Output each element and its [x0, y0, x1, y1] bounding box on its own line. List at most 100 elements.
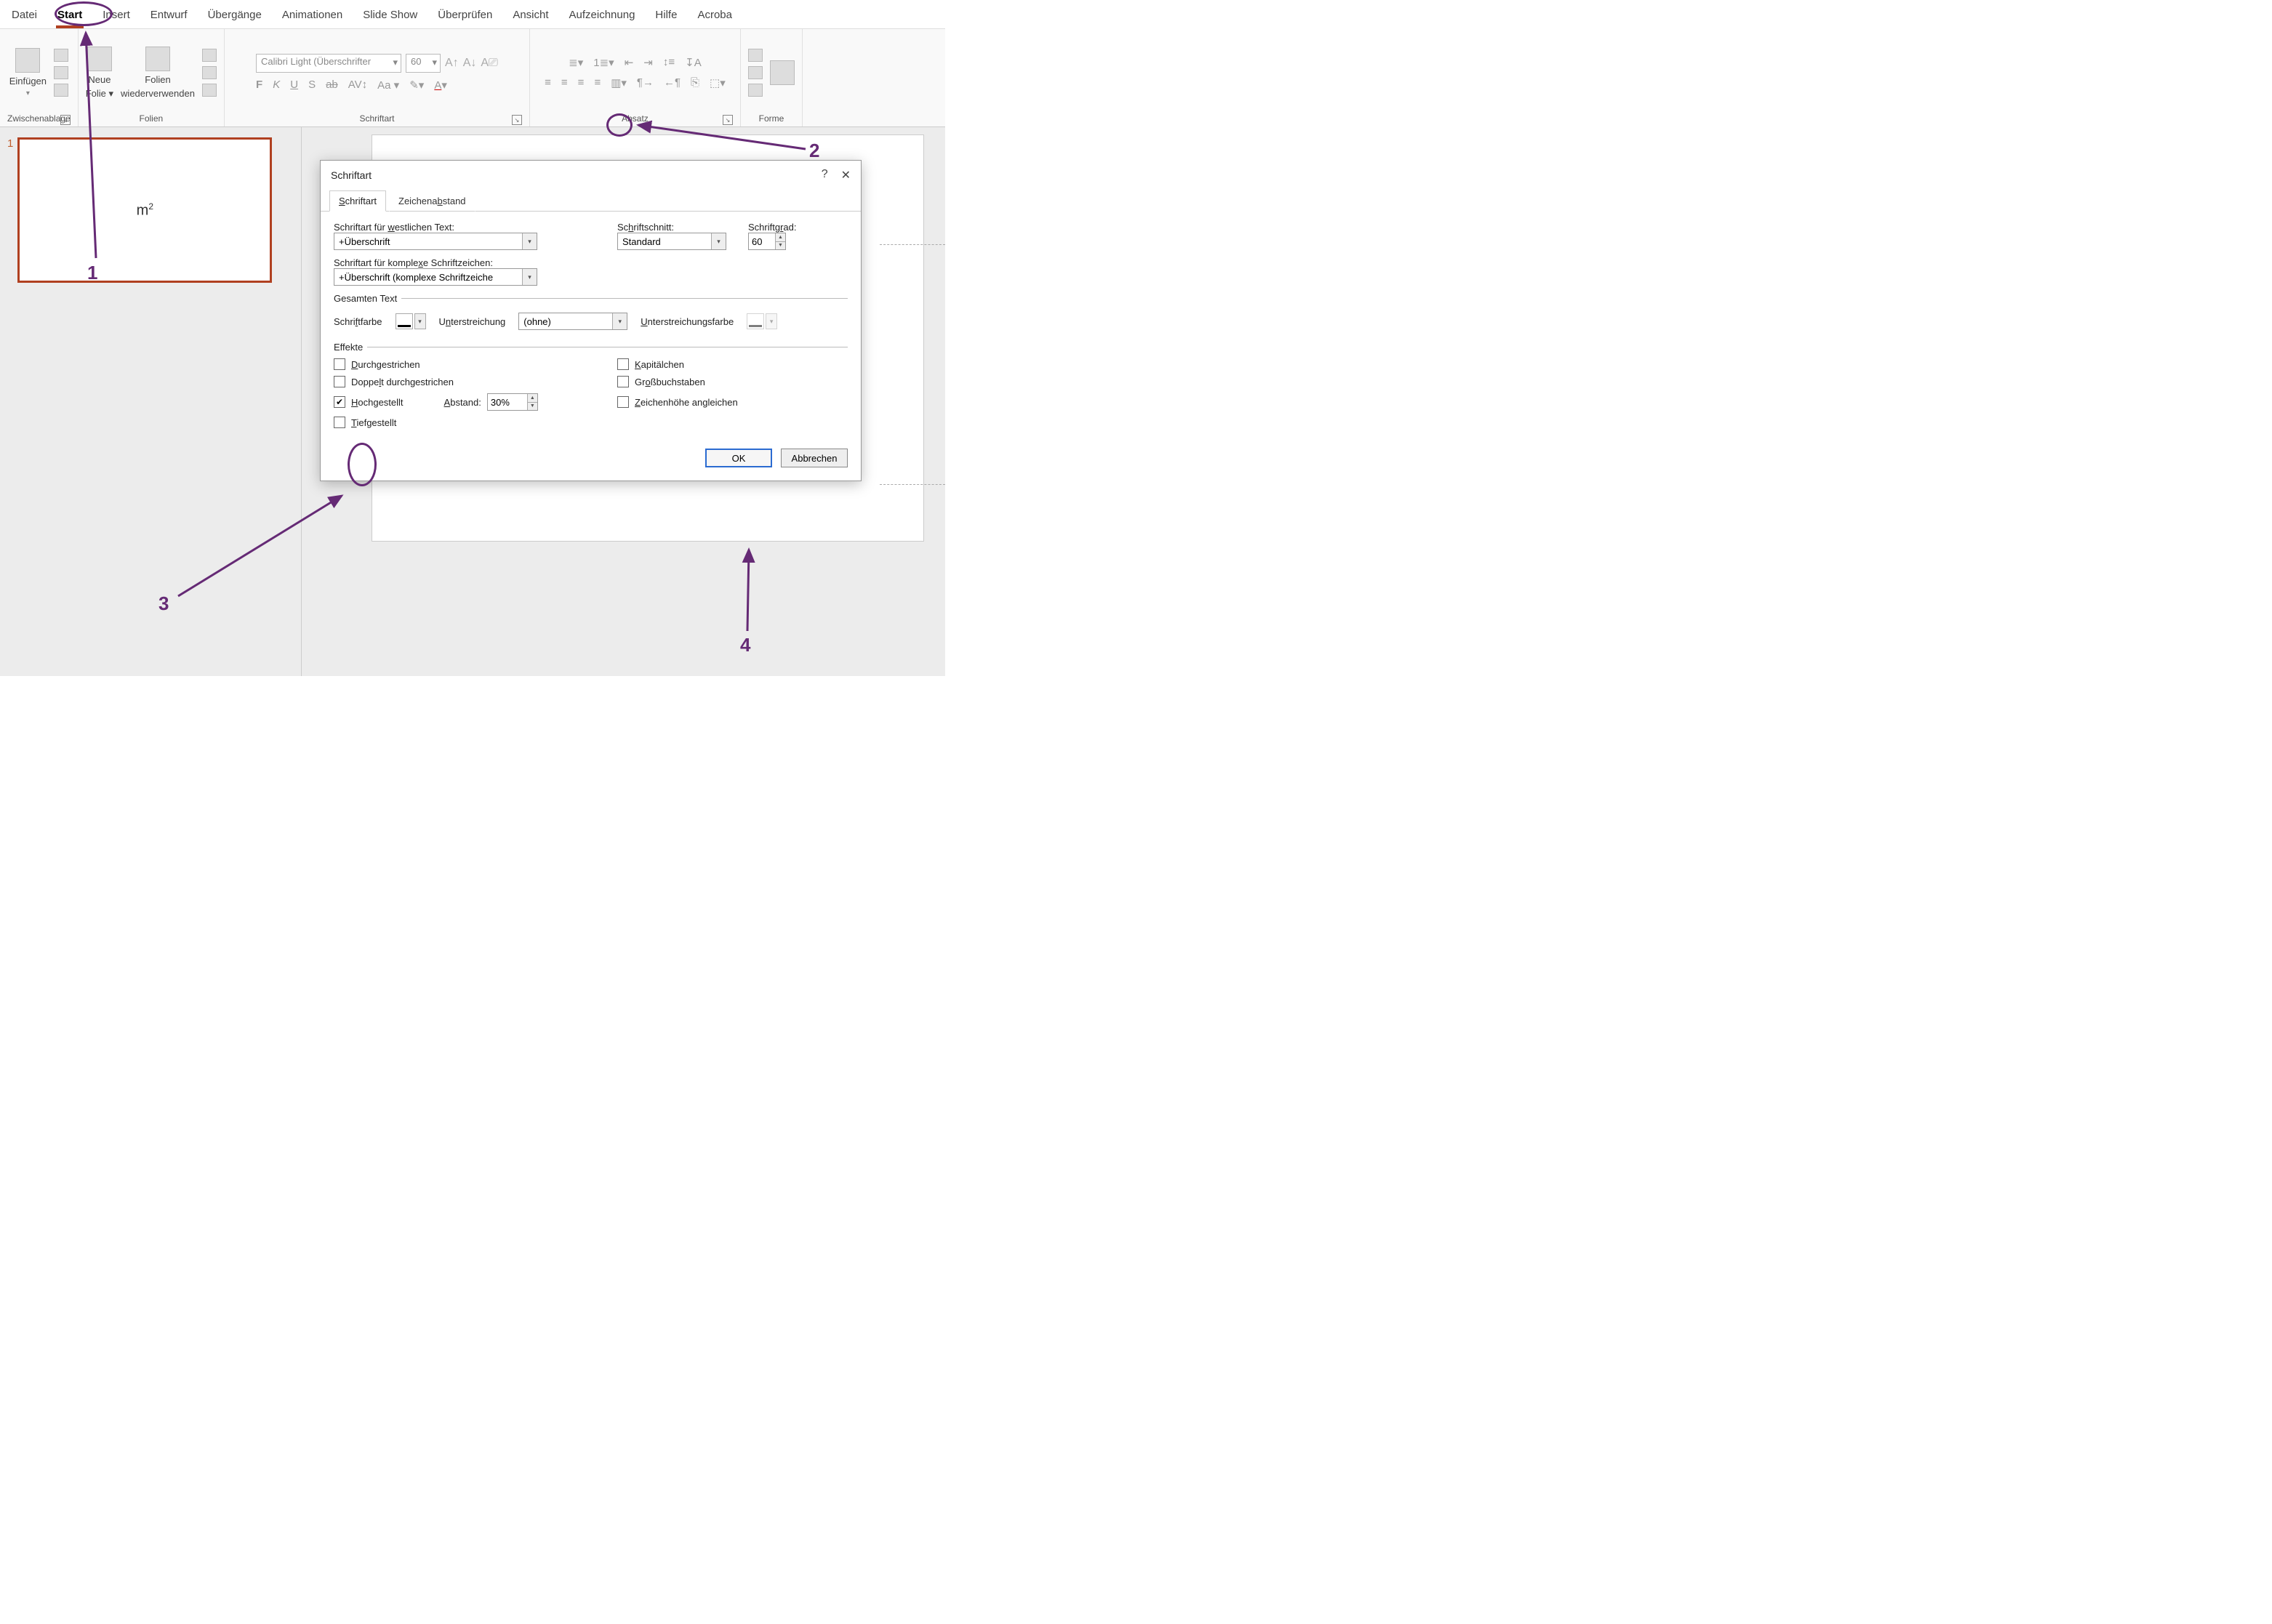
- font-size-spinner[interactable]: ▲▼: [748, 233, 786, 250]
- align-text-button[interactable]: ⎘: [691, 76, 699, 89]
- group-slides-label: Folien: [86, 112, 217, 125]
- format-painter-icon[interactable]: [54, 84, 68, 97]
- font-color-button[interactable]: A▾: [434, 79, 447, 92]
- tab-slideshow[interactable]: Slide Show: [361, 6, 419, 28]
- bold-button[interactable]: F: [256, 79, 262, 92]
- dialog-tab-font[interactable]: Schriftart: [329, 190, 386, 212]
- font-dialog: Schriftart ? ✕ Schriftart Zeichenabstand…: [320, 160, 862, 481]
- cancel-button[interactable]: Abbrechen: [781, 449, 848, 467]
- western-font-combo[interactable]: ▾: [334, 233, 537, 250]
- annotation-number-3: 3: [158, 592, 169, 615]
- superscript-checkbox[interactable]: ✔: [334, 396, 345, 408]
- font-color-dropdown-icon[interactable]: ▾: [414, 313, 426, 329]
- reuse-slides-button[interactable]: Folien wiederverwenden: [121, 47, 195, 99]
- complex-font-input[interactable]: [337, 271, 534, 284]
- western-font-label: Schriftart für westlichen Text:: [334, 222, 595, 233]
- chevron-down-icon[interactable]: ▾: [522, 233, 537, 249]
- tab-aufzeichnung[interactable]: Aufzeichnung: [568, 6, 637, 28]
- font-style-label: Schriftschnitt:: [617, 222, 726, 233]
- font-name-combo[interactable]: Calibri Light (Überschrifter: [256, 54, 401, 73]
- tab-entwurf[interactable]: Entwurf: [149, 6, 189, 28]
- double-strike-checkbox[interactable]: [334, 376, 345, 387]
- equalize-checkbox[interactable]: [617, 396, 629, 408]
- ok-button[interactable]: OK: [705, 449, 772, 467]
- section-icon[interactable]: [202, 84, 217, 97]
- complex-font-combo[interactable]: ▾: [334, 268, 537, 286]
- line-spacing-button[interactable]: ↕≡: [663, 56, 675, 69]
- clear-format-icon[interactable]: A⎚: [481, 57, 497, 70]
- thumbnail-number: 1: [7, 137, 13, 283]
- tab-datei[interactable]: Datei: [10, 6, 39, 28]
- justify-button[interactable]: ≡: [594, 76, 601, 89]
- strike-button[interactable]: ab: [326, 79, 338, 92]
- font-style-input[interactable]: [621, 236, 723, 248]
- allcaps-checkbox[interactable]: [617, 376, 629, 387]
- shapes-gallery[interactable]: [770, 60, 795, 85]
- case-button[interactable]: Aa ▾: [377, 79, 399, 92]
- dialog-close-button[interactable]: ✕: [841, 168, 851, 182]
- arrange-icon[interactable]: [748, 66, 763, 79]
- subscript-checkbox[interactable]: [334, 417, 345, 428]
- new-slide-button[interactable]: Neue Folie ▾: [86, 47, 113, 100]
- smartart-button[interactable]: ⬚▾: [710, 76, 726, 89]
- tab-uebergaenge[interactable]: Übergänge: [206, 6, 263, 28]
- clipboard-launcher-icon[interactable]: ↘: [60, 115, 71, 125]
- spinner-down-icon[interactable]: ▼: [527, 403, 537, 411]
- tab-ansicht[interactable]: Ansicht: [511, 6, 550, 28]
- layout-icon[interactable]: [202, 49, 217, 62]
- font-size-combo[interactable]: 60: [406, 54, 441, 73]
- smallcaps-checkbox[interactable]: [617, 358, 629, 370]
- chevron-down-icon[interactable]: ▾: [711, 233, 726, 249]
- bullets-button[interactable]: ≣▾: [569, 56, 583, 69]
- indent-dec-button[interactable]: ⇤: [625, 56, 634, 69]
- spinner-up-icon[interactable]: ▲: [527, 394, 537, 403]
- cut-icon[interactable]: [54, 49, 68, 62]
- ltr-button[interactable]: ¶→: [637, 76, 654, 89]
- copy-icon[interactable]: [54, 66, 68, 79]
- reset-icon[interactable]: [202, 66, 217, 79]
- chevron-down-icon[interactable]: ▾: [522, 269, 537, 285]
- offset-spinner[interactable]: ▲▼: [487, 393, 538, 411]
- numbering-button[interactable]: 1≣▾: [593, 56, 614, 69]
- spinner-down-icon[interactable]: ▼: [775, 242, 785, 250]
- paste-button[interactable]: Einfügen ▾: [9, 48, 47, 97]
- shadow-button[interactable]: S: [308, 79, 316, 92]
- increase-font-icon[interactable]: A↑: [445, 57, 459, 70]
- underline-style-input[interactable]: [522, 315, 624, 328]
- indent-inc-button[interactable]: ⇥: [643, 56, 653, 69]
- strike-checkbox[interactable]: [334, 358, 345, 370]
- paragraph-launcher-icon[interactable]: ↘: [723, 115, 733, 125]
- align-right-button[interactable]: ≡: [578, 76, 585, 89]
- chevron-down-icon[interactable]: ▾: [612, 313, 627, 329]
- rtl-button[interactable]: ←¶: [664, 76, 681, 89]
- highlight-button[interactable]: ✎▾: [409, 79, 424, 92]
- complex-font-label: Schriftart für komplexe Schriftzeichen:: [334, 257, 595, 268]
- columns-button[interactable]: ▥▾: [611, 76, 627, 89]
- shapes-icon[interactable]: [748, 49, 763, 62]
- decrease-font-icon[interactable]: A↓: [463, 57, 477, 70]
- italic-button[interactable]: K: [273, 79, 280, 92]
- quickstyles-icon[interactable]: [748, 84, 763, 97]
- annotation-number-4: 4: [740, 634, 750, 656]
- font-dialog-launcher-icon[interactable]: ↘: [512, 115, 522, 125]
- underline-button[interactable]: U: [290, 79, 298, 92]
- underline-style-combo[interactable]: ▾: [518, 313, 627, 330]
- spacing-button[interactable]: AV↕: [348, 79, 367, 92]
- dialog-tab-spacing[interactable]: Zeichenabstand: [389, 190, 475, 212]
- tab-animationen[interactable]: Animationen: [281, 6, 344, 28]
- slide-thumbnail[interactable]: m2: [17, 137, 272, 283]
- group-slides: Neue Folie ▾ Folien wiederverwenden Foli…: [79, 29, 225, 126]
- tab-ueberpruefen[interactable]: Überprüfen: [436, 6, 494, 28]
- paste-dropdown-arrow[interactable]: ▾: [26, 89, 30, 97]
- align-center-button[interactable]: ≡: [561, 76, 568, 89]
- font-color-button[interactable]: [396, 313, 413, 329]
- tab-acrobat[interactable]: Acroba: [696, 6, 734, 28]
- align-left-button[interactable]: ≡: [545, 76, 551, 89]
- tab-hilfe[interactable]: Hilfe: [654, 6, 678, 28]
- western-font-input[interactable]: [337, 236, 534, 248]
- dialog-help-button[interactable]: ?: [822, 168, 828, 182]
- spinner-up-icon[interactable]: ▲: [775, 233, 785, 242]
- text-direction-button[interactable]: ↧A: [685, 56, 702, 69]
- font-color-label: Schriftfarbe: [334, 316, 382, 327]
- font-style-combo[interactable]: ▾: [617, 233, 726, 250]
